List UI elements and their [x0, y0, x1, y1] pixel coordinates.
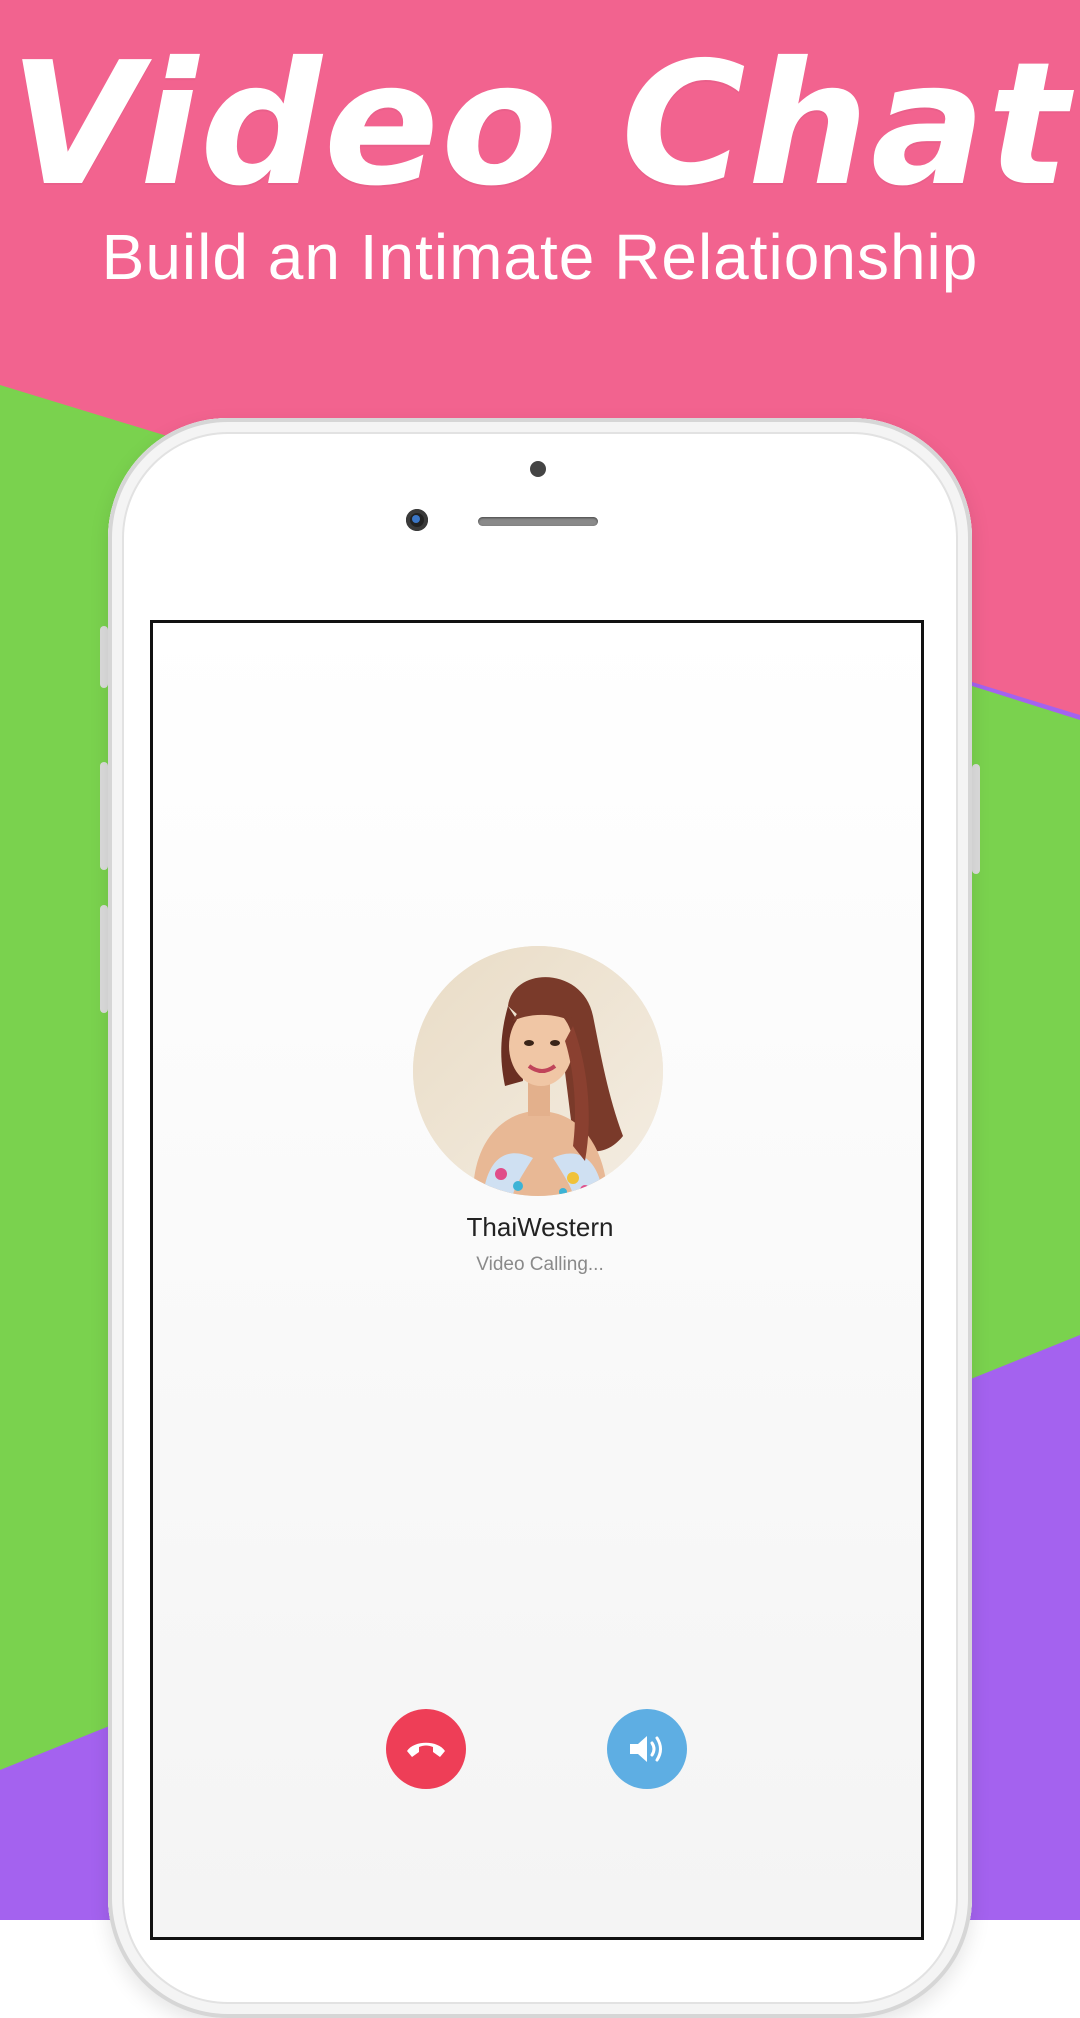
headline-subtitle: Build an Intimate Relationship: [101, 221, 979, 293]
caller-photo-icon: [413, 946, 663, 1196]
phone-volume-down: [100, 905, 108, 1013]
proximity-sensor: [530, 461, 546, 477]
call-status: Video Calling...: [476, 1254, 604, 1275]
speaker-button[interactable]: [607, 1709, 687, 1789]
earpiece-speaker: [478, 517, 598, 526]
speaker-volume-icon: [630, 1736, 662, 1762]
phone-mute-switch: [100, 626, 108, 688]
phone-power-button: [972, 764, 980, 874]
call-screen: [150, 620, 924, 1940]
hangup-button[interactable]: [386, 1709, 466, 1789]
caller-name: ThaiWestern: [466, 1212, 614, 1242]
phone-hangup-icon: [407, 1742, 445, 1757]
headline-title: Video Chat: [9, 26, 1071, 224]
headline: Video Chat Build an Intimate Relationshi…: [0, 40, 1080, 294]
phone-volume-up: [100, 762, 108, 870]
caller-avatar: [413, 946, 663, 1196]
front-camera-icon: [406, 509, 428, 531]
